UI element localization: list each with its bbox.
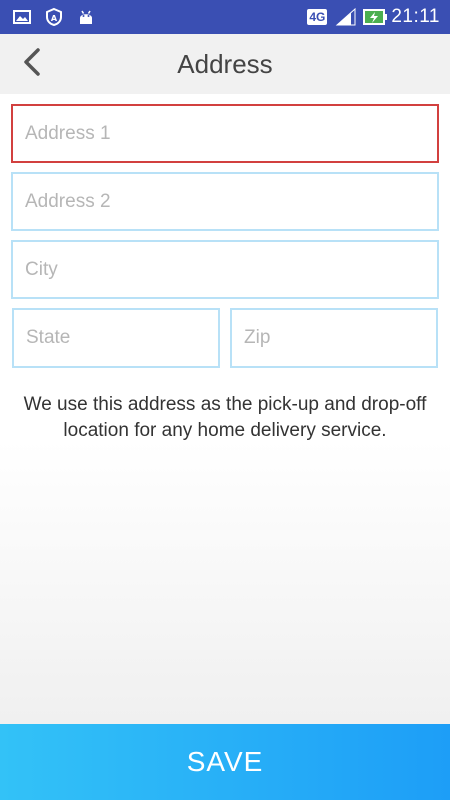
signal-icon [335, 7, 356, 27]
shield-icon: A [44, 7, 64, 27]
page-title: Address [177, 49, 273, 79]
app-header: Address [0, 34, 450, 94]
status-bar: A 4G 21:11 [0, 0, 450, 34]
image-icon [12, 7, 32, 27]
state-input[interactable] [12, 308, 220, 368]
svg-text:A: A [51, 14, 58, 23]
address1-input[interactable] [11, 104, 439, 163]
system-indicators: 4G 21:11 [307, 6, 440, 28]
notification-icons: A [12, 7, 96, 27]
address2-input[interactable] [11, 172, 439, 231]
back-button[interactable] [12, 44, 52, 84]
android-icon [76, 7, 96, 27]
address-form: We use this address as the pick-up and d… [0, 94, 450, 724]
save-button[interactable]: SAVE [0, 724, 450, 800]
zip-input[interactable] [230, 308, 438, 368]
status-time: 21:11 [391, 6, 440, 27]
chevron-left-icon [20, 47, 44, 82]
network-type-badge: 4G [307, 9, 328, 25]
city-input[interactable] [11, 240, 439, 299]
battery-charging-icon [363, 7, 388, 27]
address-info-text: We use this address as the pick-up and d… [23, 394, 427, 441]
